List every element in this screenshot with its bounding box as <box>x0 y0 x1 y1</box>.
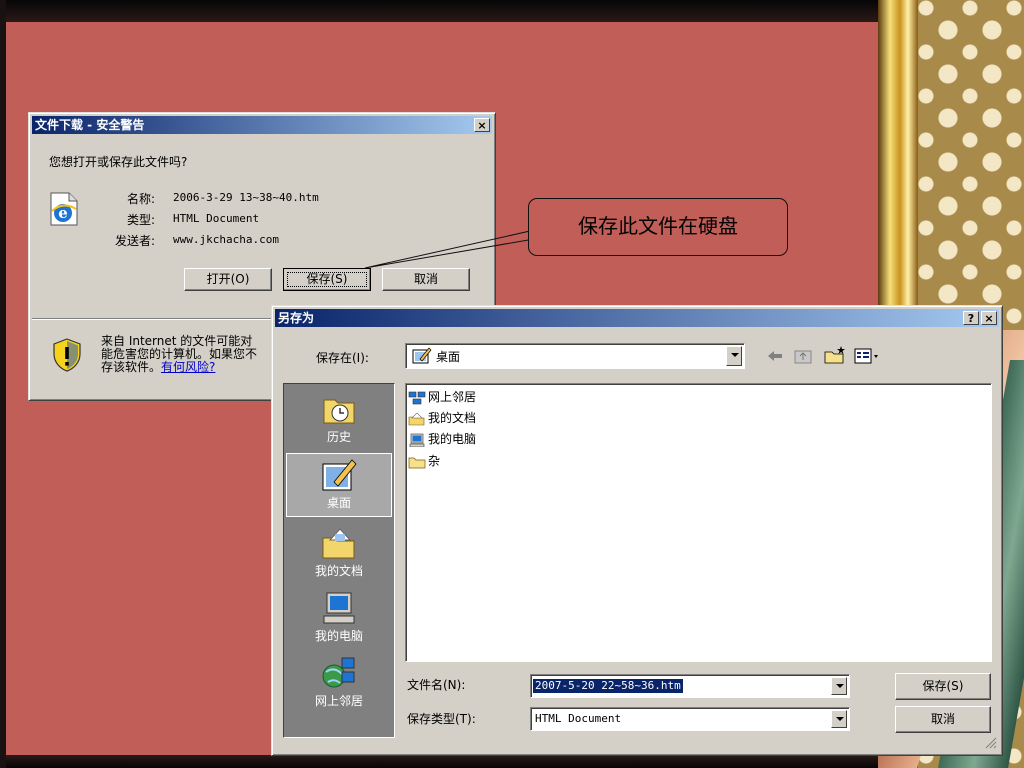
network-icon <box>322 657 355 688</box>
new-folder-icon[interactable] <box>823 345 847 365</box>
help-button[interactable]: ? <box>963 311 979 325</box>
filename-input[interactable]: 2007-5-20 22~58~36.htm <box>530 674 850 698</box>
chevron-down-icon[interactable] <box>726 346 742 366</box>
my-documents-icon <box>408 412 425 425</box>
save-as-titlebar: 另存为 ? × <box>275 309 999 327</box>
place-label: 我的文档 <box>314 564 363 578</box>
save-as-cancel-button[interactable]: 取消 <box>895 706 991 733</box>
place-history[interactable]: 历史 <box>286 392 392 452</box>
help-icon: ? <box>967 312 975 325</box>
resize-grip-icon[interactable] <box>985 737 997 749</box>
list-item[interactable]: 我的文档 <box>408 409 476 429</box>
chevron-down-icon[interactable] <box>831 677 847 695</box>
desktop-icon <box>322 459 357 491</box>
chevron-down-icon[interactable] <box>831 710 847 728</box>
desktop-icon <box>412 347 432 364</box>
close-icon: × <box>984 312 994 325</box>
place-network[interactable]: 网上邻居 <box>286 656 392 716</box>
filename-label: 文件名(N): <box>407 678 466 692</box>
file-item-label: 网上邻居 <box>428 390 477 404</box>
list-item[interactable]: 我的电脑 <box>408 430 476 450</box>
back-arrow-icon[interactable] <box>766 348 784 364</box>
my-computer-icon <box>323 592 355 624</box>
list-item[interactable]: 杂 <box>408 452 440 472</box>
save-in-dropdown[interactable]: 桌面 <box>405 343 745 369</box>
callout-box: 保存此文件在硬盘 <box>528 198 788 256</box>
filename-value: 2007-5-20 22~58~36.htm <box>533 679 683 693</box>
save-in-value: 桌面 <box>436 350 461 364</box>
place-label: 桌面 <box>326 496 351 510</box>
my-computer-icon <box>409 433 425 447</box>
save-as-close-button[interactable]: × <box>981 311 997 325</box>
file-list[interactable] <box>405 383 992 662</box>
file-item-label: 我的电脑 <box>428 432 477 446</box>
place-my-documents[interactable]: 我的文档 <box>286 526 392 586</box>
place-label: 网上邻居 <box>314 694 363 708</box>
history-icon <box>323 399 355 424</box>
filetype-label: 保存类型(T): <box>407 712 476 726</box>
folder-icon <box>408 457 426 468</box>
place-label: 我的电脑 <box>314 629 363 643</box>
save-in-label: 保存在(I): <box>316 351 369 365</box>
save-as-title: 另存为 <box>278 311 315 325</box>
file-item-label: 我的文档 <box>428 411 477 425</box>
place-label: 历史 <box>326 430 351 444</box>
save-as-save-button[interactable]: 保存(S) <box>895 673 991 700</box>
file-item-label: 杂 <box>428 454 441 468</box>
list-item[interactable]: 网上邻居 <box>408 388 476 408</box>
place-my-computer[interactable]: 我的电脑 <box>286 591 392 651</box>
my-documents-icon <box>322 528 355 559</box>
filetype-value: HTML Document <box>535 712 622 725</box>
place-desktop[interactable]: 桌面 <box>286 453 392 517</box>
filetype-select[interactable]: HTML Document <box>530 707 850 731</box>
network-icon <box>408 391 426 404</box>
view-menu-icon[interactable] <box>854 347 880 365</box>
callout-text: 保存此文件在硬盘 <box>578 214 738 238</box>
up-folder-icon[interactable] <box>793 347 813 365</box>
